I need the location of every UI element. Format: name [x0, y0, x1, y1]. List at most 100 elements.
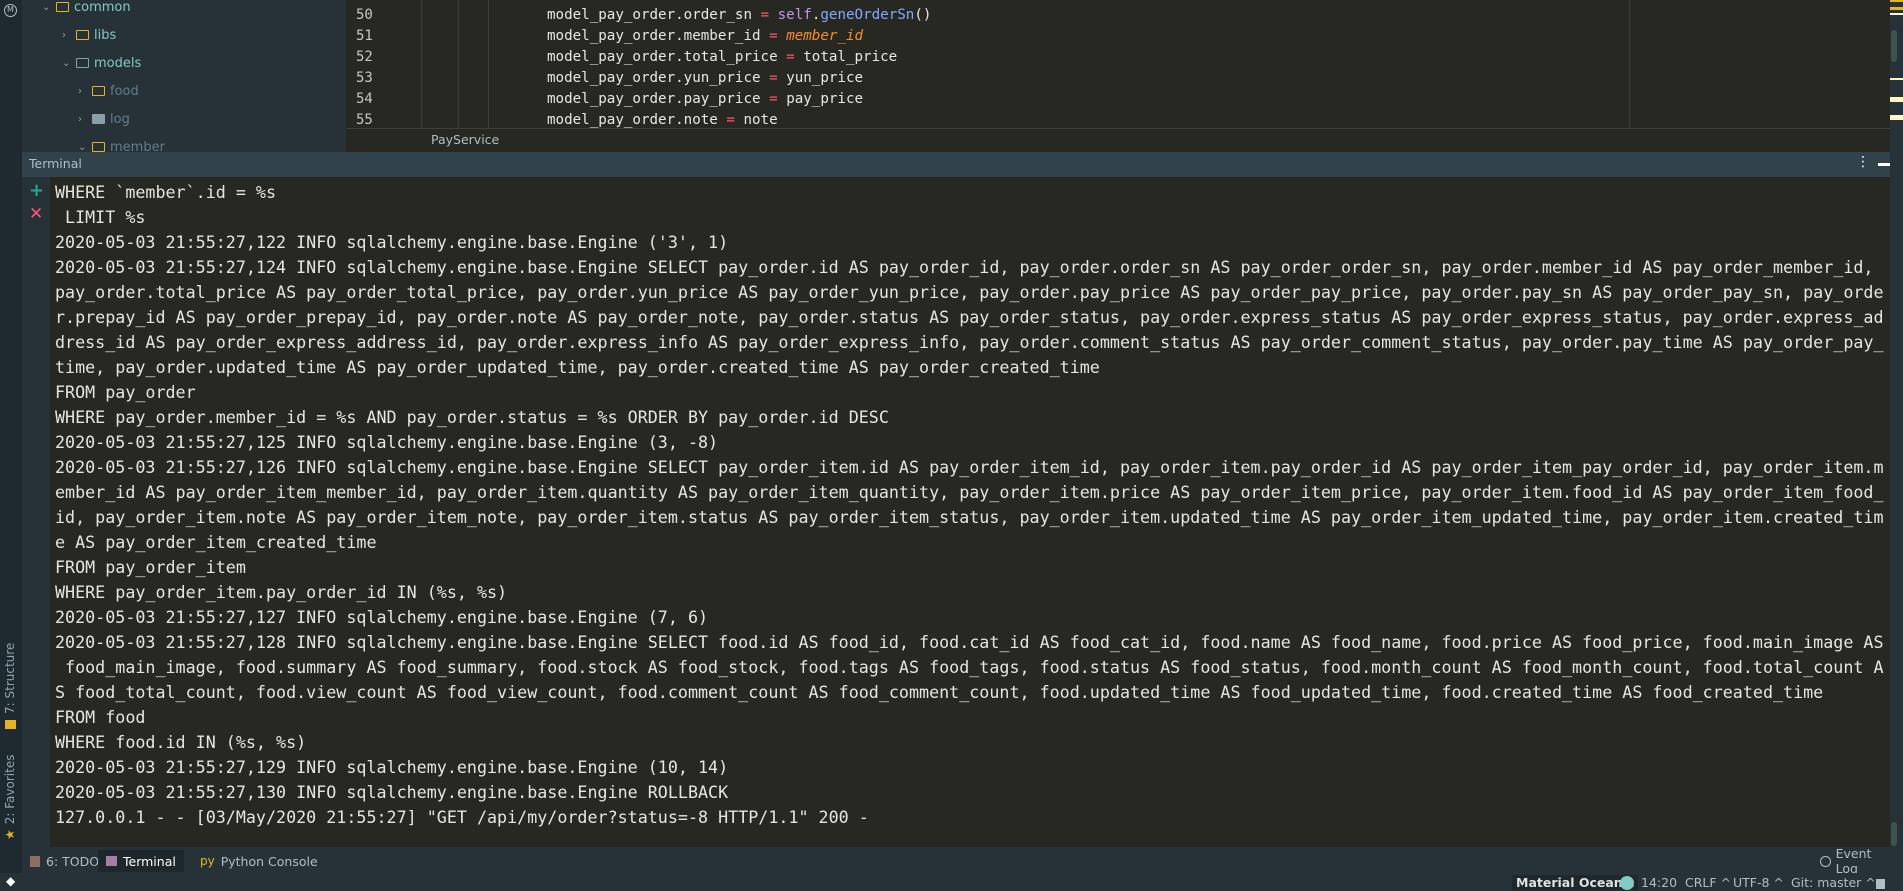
folder-icon: [56, 2, 69, 12]
folder-icon: [76, 58, 89, 68]
code-token: member_id: [786, 28, 864, 44]
code-token: =: [726, 112, 744, 128]
chevron-down-icon: ⌄: [78, 141, 87, 153]
folder-icon: [76, 30, 89, 40]
code-token: model_pay_order.member_id: [547, 28, 770, 44]
event-log-icon: [1820, 855, 1831, 867]
terminal-line: LIMIT %s: [55, 207, 146, 227]
tree-item[interactable]: › libs: [62, 24, 116, 46]
structure-tab[interactable]: 7: Structure: [3, 643, 17, 730]
terminal-header: Terminal ⋮: [22, 152, 1890, 177]
editor-marker-strip[interactable]: [1890, 0, 1903, 891]
structure-icon: [4, 720, 16, 729]
breadcrumb: PayService: [346, 128, 1890, 152]
terminal-output[interactable]: WHERE `member`.id = %s LIMIT %s 2020-05-0…: [50, 177, 1890, 847]
favorites-tab[interactable]: ★ 2: Favorites: [3, 755, 17, 840]
terminal-line: 2020-05-03 21:55:27,122 INFO sqlalchemy.…: [55, 232, 729, 252]
line-number: 54: [356, 91, 373, 107]
terminal-line: 2020-05-03 21:55:27,124 INFO sqlalchemy.…: [55, 257, 1874, 277]
project-tree: ⌄ common › libs ⌄ models › food › log ⌄ member: [22, 0, 346, 152]
terminal-line: WHERE `member`.id = %s: [55, 182, 277, 202]
terminal-line: e AS pay_order_item_created_time: [55, 532, 377, 552]
terminal-line: pay_order.total_price AS pay_order_total…: [55, 282, 1884, 302]
status-bar: ◆ Material Oceanic 14:20 CRLF ^ UTF-8 ^ …: [0, 873, 1903, 891]
tab-terminal[interactable]: Terminal: [98, 850, 184, 872]
code-token: yun_price: [786, 70, 864, 86]
left-tool-strip: M 7: Structure ★ 2: Favorites: [0, 0, 22, 891]
code-token: =: [786, 49, 804, 65]
terminal-line: r.prepay_id AS pay_order_prepay_id, pay_…: [55, 307, 1884, 327]
code-token: geneOrderSn: [820, 7, 915, 23]
more-options-icon[interactable]: ⋮: [1856, 154, 1870, 170]
chevron-right-icon: ›: [62, 29, 66, 41]
line-number: 51: [356, 28, 373, 44]
scrollbar-thumb[interactable]: [1891, 30, 1897, 62]
minimize-icon[interactable]: [1878, 163, 1890, 166]
tree-item[interactable]: › log: [78, 108, 130, 130]
code-line: model_pay_order.order_sn = self.geneOrde…: [547, 5, 931, 26]
terminal-title: Terminal: [29, 156, 82, 171]
code-token: model_pay_order.pay_price: [547, 91, 770, 107]
terminal-line: id, pay_order_item.note AS pay_order_ite…: [55, 507, 1884, 527]
bottom-tool-bar: 6: TODO Terminal py Python Console Event …: [22, 846, 1903, 876]
file-encoding[interactable]: UTF-8 ^: [1733, 875, 1784, 890]
terminal-line: WHERE pay_order_item.pay_order_id IN (%s…: [55, 582, 508, 602]
line-number: 52: [356, 49, 373, 65]
terminal-line: 2020-05-03 21:55:27,130 INFO sqlalchemy.…: [55, 782, 729, 802]
code-token: note: [743, 112, 778, 128]
terminal-icon: [106, 856, 117, 866]
tab-todo[interactable]: 6: TODO: [22, 850, 107, 872]
theme-color-dot: [1620, 876, 1634, 890]
line-number: 53: [356, 70, 373, 86]
event-log-button[interactable]: Event Log: [1812, 846, 1903, 876]
code-token: total_price: [803, 49, 898, 65]
lock-icon[interactable]: [1876, 879, 1885, 889]
terminal-line: 2020-05-03 21:55:27,129 INFO sqlalchemy.…: [55, 757, 729, 777]
close-session-icon[interactable]: ✕: [29, 204, 43, 224]
breadcrumb-item[interactable]: PayService: [431, 132, 499, 147]
terminal-line: food_main_image, food.summary AS food_su…: [55, 657, 1884, 677]
line-number: 50: [356, 7, 373, 23]
terminal-line: WHERE food.id IN (%s, %s): [55, 732, 307, 752]
terminal-line: FROM food: [55, 707, 146, 727]
terminal-line: ember_id AS pay_order_item_member_id, pa…: [55, 482, 1884, 502]
line-separator[interactable]: CRLF ^: [1685, 875, 1731, 890]
expand-icon[interactable]: ◆: [6, 874, 15, 888]
code-token: pay_price: [786, 91, 864, 107]
chevron-right-icon: ›: [78, 113, 82, 125]
todo-icon: [30, 855, 40, 867]
chevron-down-icon: ⌄: [62, 57, 71, 69]
chevron-down-icon: ⌄: [42, 1, 51, 13]
tree-item[interactable]: ⌄ member: [78, 136, 165, 152]
python-icon: py: [200, 854, 215, 868]
tab-python-console[interactable]: py Python Console: [192, 850, 326, 872]
code-token: model_pay_order.yun_price: [547, 70, 770, 86]
chevron-right-icon: ›: [78, 85, 82, 97]
git-branch[interactable]: Git: master ^: [1791, 875, 1876, 890]
terminal-line: time, pay_order.updated_time AS pay_orde…: [55, 357, 1100, 377]
folder-icon: [92, 86, 105, 96]
tree-item[interactable]: ⌄ models: [62, 52, 141, 74]
cursor-position[interactable]: 14:20: [1641, 875, 1677, 890]
terminal-line: 2020-05-03 21:55:27,128 INFO sqlalchemy.…: [55, 632, 1884, 652]
code-token: =: [769, 70, 787, 86]
code-editor[interactable]: 50 model_pay_order.order_sn = self.geneOr…: [346, 0, 1890, 152]
code-line: model_pay_order.member_id = member_id: [547, 26, 863, 47]
terminal-line: FROM pay_order_item: [55, 557, 246, 577]
terminal-line: 2020-05-03 21:55:27,126 INFO sqlalchemy.…: [55, 457, 1884, 477]
material-logo-icon: M: [4, 4, 17, 17]
terminal-line: 2020-05-03 21:55:27,127 INFO sqlalchemy.…: [55, 607, 709, 627]
tree-item[interactable]: › food: [78, 80, 139, 102]
terminal-line: WHERE pay_order.member_id = %s AND pay_o…: [55, 407, 889, 427]
code-token: =: [769, 28, 787, 44]
star-icon: ★: [3, 829, 17, 840]
code-line: model_pay_order.yun_price = yun_price: [547, 68, 863, 89]
terminal-scrollbar-thumb[interactable]: [1891, 822, 1897, 846]
tree-item[interactable]: ⌄ common: [42, 0, 131, 18]
terminal-line: 127.0.0.1 - - [03/May/2020 21:55:27] "GE…: [55, 807, 869, 827]
new-session-icon[interactable]: +: [29, 180, 44, 201]
folder-icon: [92, 114, 105, 124]
terminal-line: S food_total_count, food.view_count AS f…: [55, 682, 1824, 702]
terminal-line: dress_id AS pay_order_express_address_id…: [55, 332, 1884, 352]
code-token: model_pay_order.order_sn: [547, 7, 761, 23]
